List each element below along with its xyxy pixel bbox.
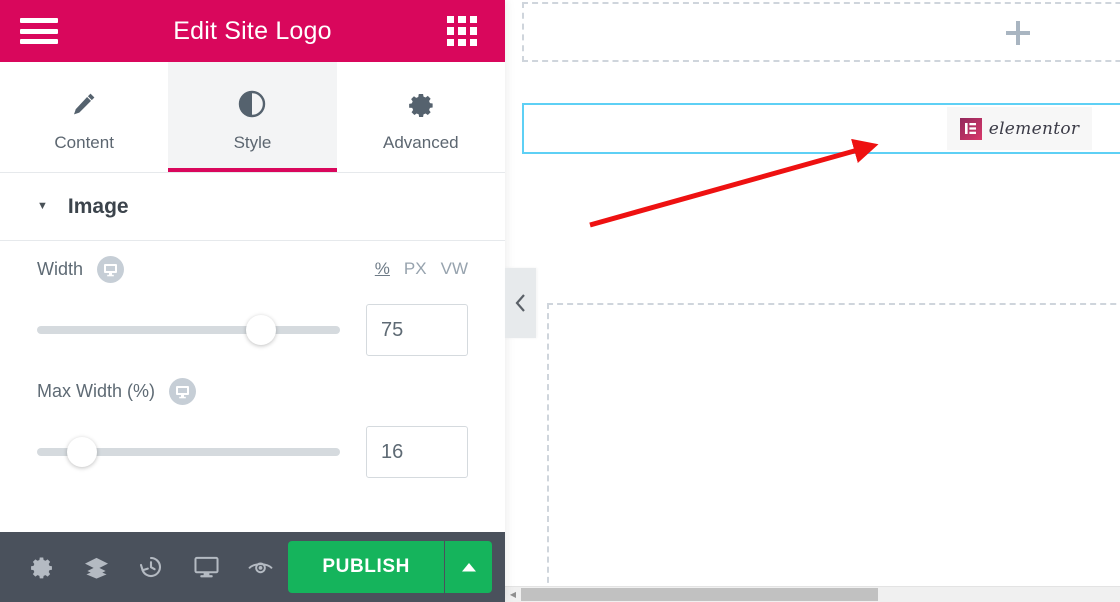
desktop-monitor-icon[interactable] <box>97 255 125 283</box>
history-revisions-icon[interactable] <box>124 532 179 602</box>
control-max-width: Max Width (%) 16 <box>0 363 505 485</box>
publish-button[interactable]: PUBLISH <box>288 541 444 593</box>
editor-canvas[interactable]: elementor ◀ <box>505 0 1120 602</box>
panel-tabs: Content Style Advanced <box>0 62 505 173</box>
panel-header: Edit Site Logo <box>0 0 505 62</box>
preview-eye-icon[interactable] <box>234 532 289 602</box>
pencil-icon <box>70 88 98 120</box>
unit-vw[interactable]: VW <box>441 259 468 279</box>
panel-footer: PUBLISH <box>0 532 505 602</box>
control-width-label-group: Width <box>37 255 125 283</box>
scrollbar-left-arrow-icon[interactable]: ◀ <box>505 587 521 602</box>
control-max-width-head: Max Width (%) <box>37 363 468 419</box>
unit-px[interactable]: PX <box>404 259 427 279</box>
section-title: Image <box>67 194 129 218</box>
elementor-editor: elementor ◀ Edit Site Logo Content Style… <box>0 0 1120 602</box>
tab-content[interactable]: Content <box>0 62 168 172</box>
elementor-wordmark: elementor <box>988 118 1080 139</box>
panel-body: ▼ Image Width % PX VW 75 Max Width (%) 1… <box>0 173 505 485</box>
max-width-slider-track[interactable] <box>37 437 340 467</box>
page-title: Edit Site Logo <box>173 16 332 45</box>
max-width-value-input[interactable]: 16 <box>366 426 468 478</box>
apps-grid-icon[interactable] <box>447 16 477 46</box>
gear-icon <box>407 88 435 120</box>
publish-options-caret-up-icon[interactable] <box>444 541 492 593</box>
chevron-down-icon[interactable]: ▼ <box>37 201 48 212</box>
section-header-image[interactable]: ▼ Image <box>0 173 505 241</box>
control-max-width-label: Max Width (%) <box>37 380 156 401</box>
site-logo-widget[interactable]: elementor <box>947 107 1092 150</box>
responsive-mode-icon[interactable] <box>179 532 234 602</box>
width-value-input[interactable]: 75 <box>366 304 468 356</box>
elementor-mark-icon <box>959 117 982 140</box>
control-width-slider-row: 75 <box>37 297 468 363</box>
control-width-head: Width % PX VW <box>37 241 468 297</box>
publish-button-group: PUBLISH <box>288 541 492 593</box>
navigator-layers-icon[interactable] <box>69 532 124 602</box>
add-section-plus-icon[interactable] <box>1003 18 1033 48</box>
canvas-bottom-container[interactable] <box>547 303 1120 593</box>
control-width-label: Width <box>37 258 84 279</box>
panel-collapse-handle[interactable] <box>505 268 536 338</box>
hamburger-menu-icon[interactable] <box>20 18 58 44</box>
unit-selector-width: % PX VW <box>375 259 468 279</box>
canvas-horizontal-scrollbar[interactable]: ◀ <box>505 586 1120 602</box>
tab-style-label: Style <box>233 132 272 152</box>
tab-advanced[interactable]: Advanced <box>337 62 505 172</box>
control-max-width-label-group: Max Width (%) <box>37 377 197 405</box>
scrollbar-thumb[interactable] <box>521 588 878 601</box>
max-width-slider-handle[interactable] <box>67 437 98 467</box>
editor-panel: Edit Site Logo Content Style Advanced ▼ … <box>0 0 505 602</box>
width-slider-track[interactable] <box>37 315 340 345</box>
settings-gear-icon[interactable] <box>14 532 69 602</box>
control-max-width-slider-row: 16 <box>37 419 468 485</box>
control-width: Width % PX VW 75 <box>0 241 505 363</box>
contrast-half-circle-icon <box>238 88 266 120</box>
desktop-monitor-icon[interactable] <box>169 377 197 405</box>
tab-content-label: Content <box>54 132 114 152</box>
width-slider-handle[interactable] <box>246 315 277 345</box>
chevron-left-icon <box>515 294 525 312</box>
tab-advanced-label: Advanced <box>383 132 459 152</box>
tab-style[interactable]: Style <box>168 62 337 172</box>
unit-percent[interactable]: % <box>375 259 390 279</box>
